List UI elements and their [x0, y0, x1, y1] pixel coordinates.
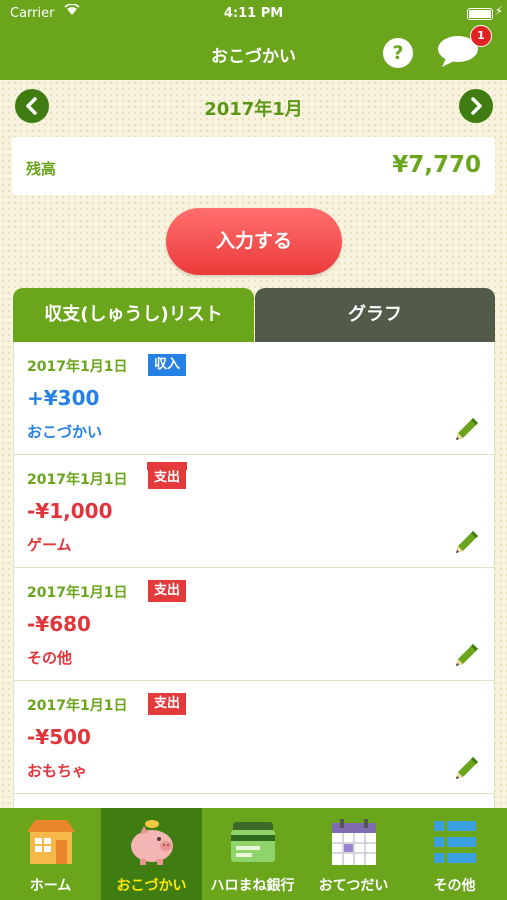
pencil-icon[interactable] [452, 527, 482, 557]
pencil-icon[interactable] [452, 753, 482, 783]
transaction-category: ゲーム [27, 536, 72, 554]
month-selector: 2017年1月 [0, 88, 507, 124]
transaction-date: 2017年1月1日 [27, 698, 128, 714]
calendar-icon [332, 819, 376, 865]
chevron-right-icon [471, 97, 482, 115]
tab-list[interactable]: 収支(しゅうし)リスト [13, 288, 254, 342]
tab-label: ホーム [29, 878, 72, 894]
tab-graph[interactable]: グラフ [255, 288, 495, 342]
status-time: 4:11 PM [223, 6, 284, 21]
add-entry-button[interactable]: 入力する [166, 208, 342, 275]
house-icon [27, 820, 75, 864]
transaction-amount: -¥500 [27, 725, 91, 749]
tab-allowance[interactable]: おこづかい [101, 808, 202, 900]
tab-chores[interactable]: おてつだい [303, 808, 404, 900]
tab-label: おてつだい [318, 878, 389, 894]
list-item[interactable]: 2017年1月1日 支出 -¥500 おもちゃ [14, 681, 494, 794]
page-title: おこづかい [211, 47, 296, 67]
transaction-category: おもちゃ [27, 762, 88, 780]
battery-icon [467, 8, 493, 20]
transaction-date: 2017年1月1日 [27, 359, 128, 375]
navigation-bar: Carrier 4:11 PM ⚡ おこづかい ? 1 [0, 0, 507, 80]
list-icon [434, 821, 476, 863]
balance-amount: ¥7,770 [392, 152, 481, 178]
transaction-list: 2017年1月1日 収入 +¥300 おこづかい 2017年1月1日 支出 -¥… [13, 342, 495, 810]
transaction-date: 2017年1月1日 [27, 472, 128, 488]
tab-bank[interactable]: ハロまね銀行 [202, 808, 303, 900]
pencil-icon[interactable] [452, 414, 482, 444]
charging-icon: ⚡ [494, 4, 503, 18]
next-month-button[interactable] [459, 89, 493, 123]
transaction-category: おこづかい [27, 423, 103, 441]
month-label: 2017年1月 [204, 99, 303, 120]
transaction-amount: -¥1,000 [27, 499, 113, 523]
partial-list-item [147, 462, 187, 470]
help-button[interactable]: ? [383, 38, 413, 68]
bottom-tab-bar: ホーム おこづかい ハロまね銀行 おてつだい その他 [0, 808, 507, 900]
list-item[interactable]: 2017年1月1日 支出 -¥1,000 ゲーム [14, 455, 494, 568]
notification-badge: 1 [470, 25, 492, 47]
income-tag: 収入 [148, 354, 187, 376]
transaction-category: その他 [27, 649, 73, 667]
list-item[interactable]: 2017年1月1日 支出 -¥680 その他 [14, 568, 494, 681]
expense-tag: 支出 [148, 580, 187, 602]
status-bar: Carrier 4:11 PM ⚡ [0, 0, 507, 28]
tab-other[interactable]: その他 [404, 808, 505, 900]
tab-home[interactable]: ホーム [0, 808, 101, 900]
pencil-icon[interactable] [452, 640, 482, 670]
transaction-date: 2017年1月1日 [27, 585, 128, 601]
tab-label: ハロまね銀行 [210, 878, 295, 894]
list-item[interactable]: 2017年1月1日 収入 +¥300 おこづかい [14, 342, 494, 455]
tab-label: その他 [433, 878, 476, 894]
transaction-amount: -¥680 [27, 612, 91, 636]
balance-card: 残高 ¥7,770 [12, 137, 495, 195]
tab-label: おこづかい [116, 878, 187, 894]
balance-label: 残高 [26, 160, 57, 178]
expense-tag: 支出 [148, 693, 187, 715]
piggy-bank-icon [131, 820, 173, 865]
bank-card-icon [231, 822, 275, 862]
expense-tag: 支出 [148, 467, 187, 489]
transaction-amount: +¥300 [27, 386, 100, 410]
